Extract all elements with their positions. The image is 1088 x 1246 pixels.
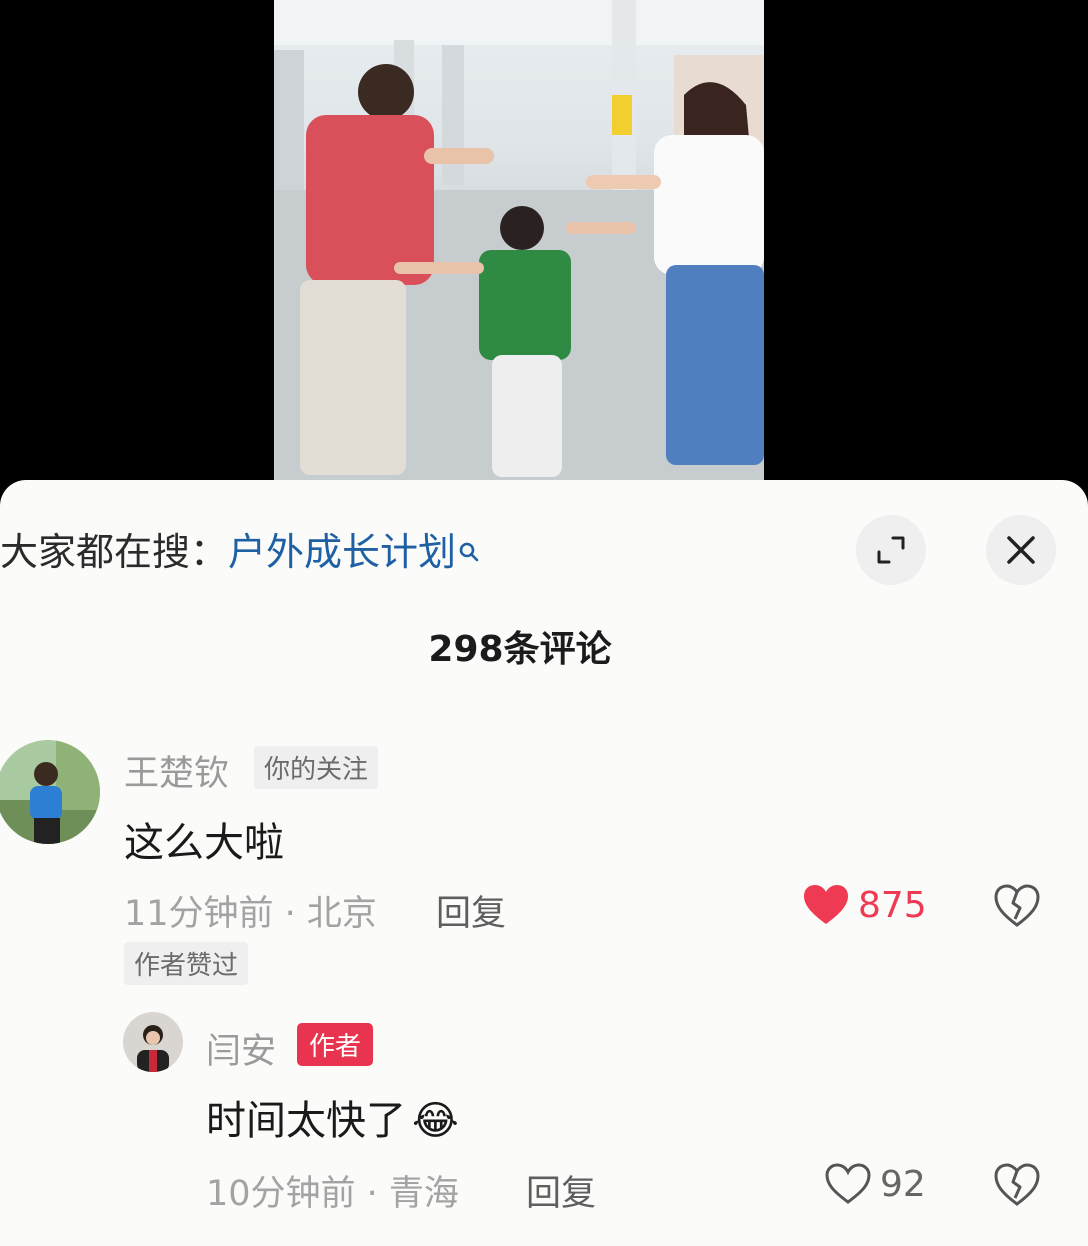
avatar[interactable] — [123, 1012, 183, 1072]
laughing-emoji: 😂 — [412, 1098, 459, 1144]
video-player[interactable] — [0, 0, 1088, 480]
reply-button[interactable]: 回复 — [526, 1165, 596, 1216]
heart-filled-icon[interactable] — [803, 884, 849, 930]
reply-text: 时间太快了 😂 — [206, 1088, 459, 1146]
expand-icon — [877, 536, 905, 564]
reply-meta: 10分钟前 · 青海 — [206, 1174, 459, 1214]
comment-meta: 11分钟前 · 北京 — [124, 894, 377, 934]
video-scene — [274, 0, 764, 480]
comment-sheet: 大家都在搜：户外成长计划 298条评论 王楚钦 你的关注 这么大啦 11分钟前 … — [0, 480, 1088, 1246]
comment-username[interactable]: 王楚钦 — [124, 745, 229, 796]
heart-outline-icon[interactable] — [825, 1163, 871, 1209]
like-count: 92 — [880, 1164, 926, 1205]
close-icon — [1007, 536, 1035, 564]
reply-username[interactable]: 闫安 — [206, 1023, 276, 1074]
author-tag: 作者 — [297, 1023, 374, 1066]
expand-button[interactable] — [856, 515, 926, 585]
search-term-link[interactable]: 户外成长计划 — [228, 530, 456, 574]
video-frame[interactable] — [274, 0, 764, 480]
reply-button[interactable]: 回复 — [436, 885, 506, 936]
dislike-icon[interactable] — [994, 884, 1040, 932]
comment-count: 298条评论 — [428, 629, 612, 670]
dislike-icon[interactable] — [994, 1163, 1040, 1211]
comment-text: 这么大啦 — [124, 820, 284, 866]
search-icon[interactable] — [458, 530, 480, 574]
author-liked-badge: 作者赞过 — [124, 942, 249, 985]
search-suggestion[interactable]: 大家都在搜：户外成长计划 — [0, 530, 480, 574]
following-tag: 你的关注 — [254, 746, 379, 789]
search-prefix: 大家都在搜： — [0, 530, 229, 574]
close-button[interactable] — [986, 515, 1056, 585]
avatar[interactable] — [0, 740, 100, 844]
reply-text-content: 时间太快了 — [206, 1098, 406, 1144]
like-count: 875 — [858, 885, 927, 926]
